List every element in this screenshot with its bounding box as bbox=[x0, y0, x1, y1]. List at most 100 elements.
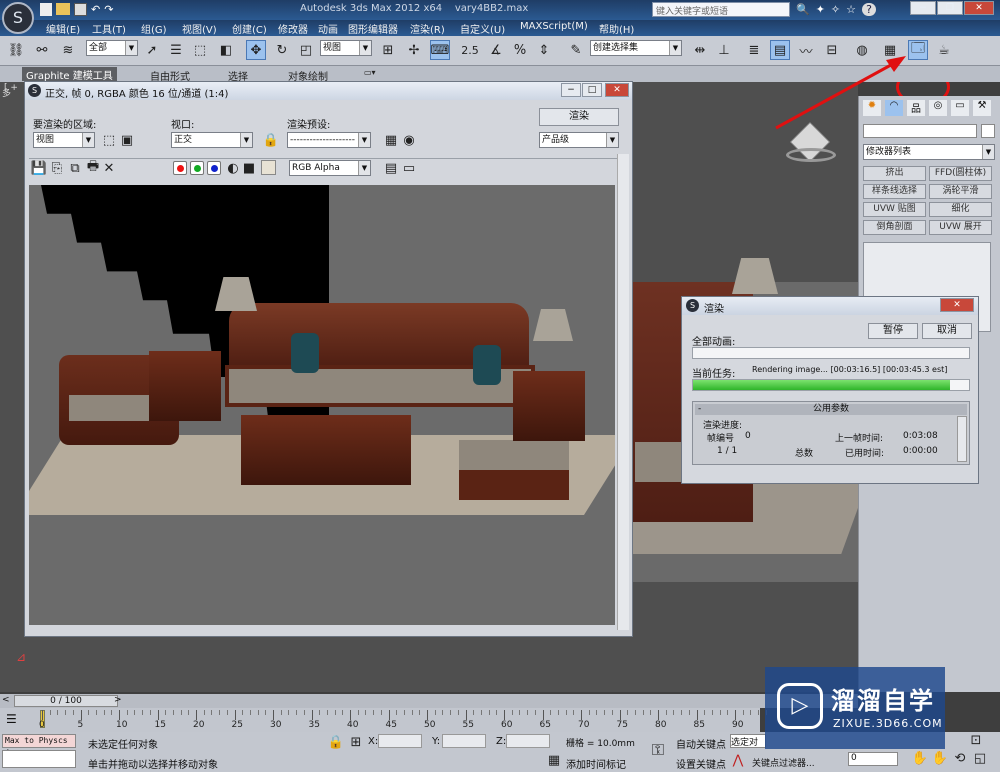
y-field[interactable] bbox=[442, 734, 486, 748]
mirror-icon[interactable]: ⇹ bbox=[690, 40, 710, 60]
x-field[interactable] bbox=[378, 734, 422, 748]
render-production-icon[interactable]: ☕ bbox=[934, 40, 954, 60]
render-button[interactable]: 渲染 bbox=[539, 108, 619, 126]
search-box[interactable]: 键入关键字或短语 bbox=[652, 2, 790, 17]
auto-key-label[interactable]: 自动关键点 bbox=[676, 736, 726, 751]
percent-snap-icon[interactable]: % bbox=[510, 40, 530, 60]
help-icon[interactable]: ? bbox=[862, 3, 877, 16]
maximize-viewport-icon[interactable]: ◱ bbox=[970, 748, 990, 768]
menu-create[interactable]: 创建(C) bbox=[232, 21, 267, 36]
select-by-name-icon[interactable]: ☰ bbox=[166, 40, 186, 60]
frame-window-titlebar[interactable]: S 正交, 帧 0, RGBA 颜色 16 位/通道 (1:4) − □ ✕ bbox=[25, 82, 632, 100]
key-icon[interactable]: ✧ bbox=[831, 3, 840, 16]
color-swatch[interactable] bbox=[261, 160, 276, 175]
menu-views[interactable]: 视图(V) bbox=[182, 21, 217, 36]
search-input[interactable]: 键入关键字或短语 bbox=[656, 4, 728, 17]
menu-tools[interactable]: 工具(T) bbox=[92, 21, 126, 36]
quality-dropdown[interactable]: 产品级 ▼ bbox=[539, 132, 619, 148]
rollout-scrollbar[interactable] bbox=[957, 416, 967, 462]
preset-dropdown[interactable]: -------------------- ▼ bbox=[287, 132, 371, 148]
auto-key-dropdown[interactable]: 选定对象 bbox=[730, 734, 766, 748]
modify-tab-icon[interactable]: ◠ bbox=[885, 100, 903, 116]
utilities-tab-icon[interactable]: ⚒ bbox=[973, 100, 991, 116]
close-button[interactable]: ✕ bbox=[940, 298, 974, 312]
pause-button[interactable]: 暂停 bbox=[868, 323, 918, 339]
close-button[interactable]: ✕ bbox=[964, 1, 994, 15]
selection-lock-icon[interactable]: 🔒 bbox=[326, 732, 346, 752]
angle-snap-icon[interactable]: ∡ bbox=[486, 40, 506, 60]
add-time-tag[interactable]: 添加时间标记 bbox=[566, 756, 626, 771]
select-manipulate-icon[interactable]: ✢ bbox=[404, 40, 424, 60]
green-channel-icon[interactable] bbox=[190, 161, 204, 175]
rect-selection-icon[interactable]: ⬚ bbox=[190, 40, 210, 60]
reference-coord-dropdown[interactable]: 视图 ▼ bbox=[320, 40, 372, 56]
menu-help[interactable]: 帮助(H) bbox=[599, 21, 634, 36]
spinner-snap-icon[interactable]: ⇕ bbox=[534, 40, 554, 60]
ribbon-options-icon[interactable]: ▭▾ bbox=[364, 68, 376, 77]
close-button[interactable]: ✕ bbox=[605, 83, 629, 97]
pan-icon[interactable]: ✋ bbox=[930, 748, 950, 768]
select-scale-icon[interactable]: ◰ bbox=[296, 40, 316, 60]
undo-icon[interactable]: ↶ bbox=[91, 3, 100, 16]
set-key-label[interactable]: 设置关键点 bbox=[676, 756, 726, 771]
tab-graphite-modeling[interactable]: Graphite 建模工具 bbox=[22, 67, 117, 82]
bind-spacewarp-icon[interactable]: ≋ bbox=[58, 40, 78, 60]
track-bar-menu-icon[interactable]: ☰ bbox=[6, 712, 17, 726]
link-icon[interactable]: ⛓ bbox=[6, 40, 26, 60]
save-image-icon[interactable]: 💾 bbox=[29, 158, 49, 178]
menu-maxscript[interactable]: MAXScript(M) bbox=[520, 21, 588, 32]
menu-animation[interactable]: 动画 bbox=[318, 21, 338, 36]
minimize-button[interactable]: − bbox=[561, 83, 581, 97]
create-tab-icon[interactable]: ✹ bbox=[863, 100, 881, 116]
object-name-field[interactable] bbox=[863, 124, 977, 138]
modifier-button-extrude[interactable]: 挤出 bbox=[863, 166, 926, 181]
time-next-icon[interactable]: > bbox=[114, 695, 122, 705]
area-dropdown[interactable]: 视图 ▼ bbox=[33, 132, 95, 148]
menu-customize[interactable]: 自定义(U) bbox=[460, 21, 505, 36]
edit-named-selection-icon[interactable]: ✎ bbox=[566, 40, 586, 60]
app-logo-icon[interactable]: S bbox=[2, 2, 34, 34]
star-icon[interactable]: ☆ bbox=[846, 3, 856, 16]
select-object-icon[interactable]: ➚ bbox=[142, 40, 162, 60]
environment-icon[interactable]: ◉ bbox=[399, 130, 419, 150]
render-setup-icon[interactable]: ▦ bbox=[381, 130, 401, 150]
blue-channel-icon[interactable] bbox=[207, 161, 221, 175]
zoom-icon[interactable]: ✋ bbox=[910, 748, 930, 768]
current-frame-field[interactable]: 0 bbox=[848, 752, 898, 766]
modifier-button-turbosmooth[interactable]: 涡轮平滑 bbox=[929, 184, 992, 199]
menu-rendering[interactable]: 渲染(R) bbox=[410, 21, 445, 36]
search-icon[interactable]: 🔍 bbox=[796, 3, 810, 16]
mono-icon[interactable]: ■ bbox=[239, 158, 259, 178]
unlink-icon[interactable]: ⚯ bbox=[32, 40, 52, 60]
keyboard-shortcut-icon[interactable]: ⌨ bbox=[430, 40, 450, 60]
pivot-center-icon[interactable]: ⊞ bbox=[378, 40, 398, 60]
copy-image-icon[interactable]: ⎘ bbox=[47, 158, 67, 178]
save-icon[interactable] bbox=[74, 3, 87, 16]
maximize-button[interactable]: □ bbox=[582, 83, 602, 97]
display-tab-icon[interactable]: ▭ bbox=[951, 100, 969, 116]
rendered-frame-window-icon[interactable]: 🗔 bbox=[908, 40, 928, 60]
select-move-icon[interactable]: ✥ bbox=[246, 40, 266, 60]
menu-group[interactable]: 组(G) bbox=[141, 21, 167, 36]
red-channel-icon[interactable] bbox=[173, 161, 187, 175]
modifier-button-tessellate[interactable]: 细化 bbox=[929, 202, 992, 217]
object-color-swatch[interactable] bbox=[981, 124, 995, 138]
selection-filter-dropdown[interactable]: 全部 ▼ bbox=[86, 40, 138, 56]
clone-window-icon[interactable]: ⧉ bbox=[65, 158, 85, 178]
cancel-button[interactable]: 取消 bbox=[922, 323, 972, 339]
toggle-ui-icon[interactable]: ▭ bbox=[399, 158, 419, 178]
set-key-icon[interactable]: ⋀ bbox=[728, 750, 748, 770]
minimize-button[interactable]: − bbox=[910, 1, 936, 15]
edit-region-icon[interactable]: ⬚ bbox=[99, 130, 119, 150]
snaps-toggle-icon[interactable]: 2.5 bbox=[460, 40, 480, 60]
select-rotate-icon[interactable]: ↻ bbox=[272, 40, 292, 60]
modifier-button-uvw-map[interactable]: UVW 贴图 bbox=[863, 202, 926, 217]
motion-tab-icon[interactable]: ◎ bbox=[929, 100, 947, 116]
frame-scrollbar[interactable] bbox=[617, 154, 629, 630]
menu-modifiers[interactable]: 修改器 bbox=[278, 21, 308, 36]
modifier-button-ffd-cyl[interactable]: FFD(圆柱体) bbox=[929, 166, 992, 181]
modifier-list-dropdown[interactable]: 修改器列表 ▼ bbox=[863, 144, 995, 160]
modifier-button-bevel-profile[interactable]: 倒角剖面 bbox=[863, 220, 926, 235]
tools-icon[interactable]: ✦ bbox=[816, 3, 825, 16]
toggle-ui-overlay-icon[interactable]: ▤ bbox=[381, 158, 401, 178]
